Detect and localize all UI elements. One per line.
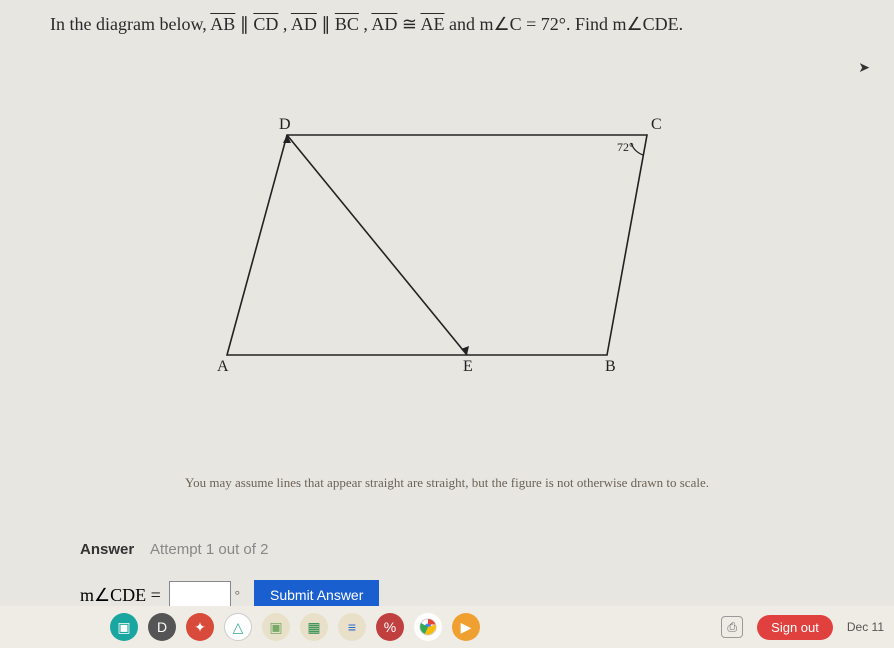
problem-rest: and m∠C = 72°. Find m∠CDE. [449, 14, 683, 34]
app-icon-2[interactable]: ✦ [186, 613, 214, 641]
app-icon-docs[interactable]: ≡ [338, 613, 366, 641]
app-icon-5[interactable]: ▶ [452, 613, 480, 641]
cursor-icon: ➤ [858, 60, 870, 77]
app-icon-chrome[interactable] [414, 613, 442, 641]
vertex-d-label: D [279, 116, 291, 133]
problem-statement: In the diagram below, AB ∥ CD , AD ∥ BC … [0, 0, 894, 45]
problem-intro: In the diagram below, [50, 14, 210, 34]
segment-ad: AD [291, 14, 317, 34]
screenshot-icon[interactable]: ⎙ [721, 616, 743, 638]
app-icon-sheets[interactable]: ▦ [300, 613, 328, 641]
angle-input[interactable] [169, 581, 231, 609]
geometry-diagram: D C A E B 72° [0, 115, 894, 435]
app-icon-4[interactable]: % [376, 613, 404, 641]
app-icon-drive[interactable]: △ [224, 613, 252, 641]
segment-cd: CD [253, 14, 278, 34]
app-icon-3[interactable]: ▣ [262, 613, 290, 641]
vertex-c-label: C [651, 116, 662, 133]
vertex-a-label: A [217, 358, 229, 375]
segment-ae: AE [420, 14, 444, 34]
app-icon-d[interactable]: D [148, 613, 176, 641]
diagram-caption: You may assume lines that appear straigh… [0, 475, 894, 491]
angle-c-label: 72° [617, 140, 634, 154]
vertex-e-label: E [463, 358, 473, 375]
attempt-text: Attempt 1 out of 2 [150, 541, 268, 558]
segment-bc: BC [335, 14, 359, 34]
degree-symbol: ° [235, 587, 240, 603]
answer-prefix: m∠CDE = [80, 585, 161, 606]
answer-heading: Answer Attempt 1 out of 2 [0, 541, 894, 558]
vertex-b-label: B [605, 358, 616, 375]
segment-ad2: AD [371, 14, 397, 34]
app-icon-1[interactable]: ▣ [110, 613, 138, 641]
answer-label: Answer [80, 541, 134, 558]
segment-ab: AB [210, 14, 235, 34]
sign-out-button[interactable]: Sign out [757, 615, 833, 640]
taskbar-date: Dec 11 [847, 620, 884, 634]
taskbar: ▣ D ✦ △ ▣ ▦ ≡ % ▶ ⎙ Sign out Dec 11 [0, 606, 894, 648]
